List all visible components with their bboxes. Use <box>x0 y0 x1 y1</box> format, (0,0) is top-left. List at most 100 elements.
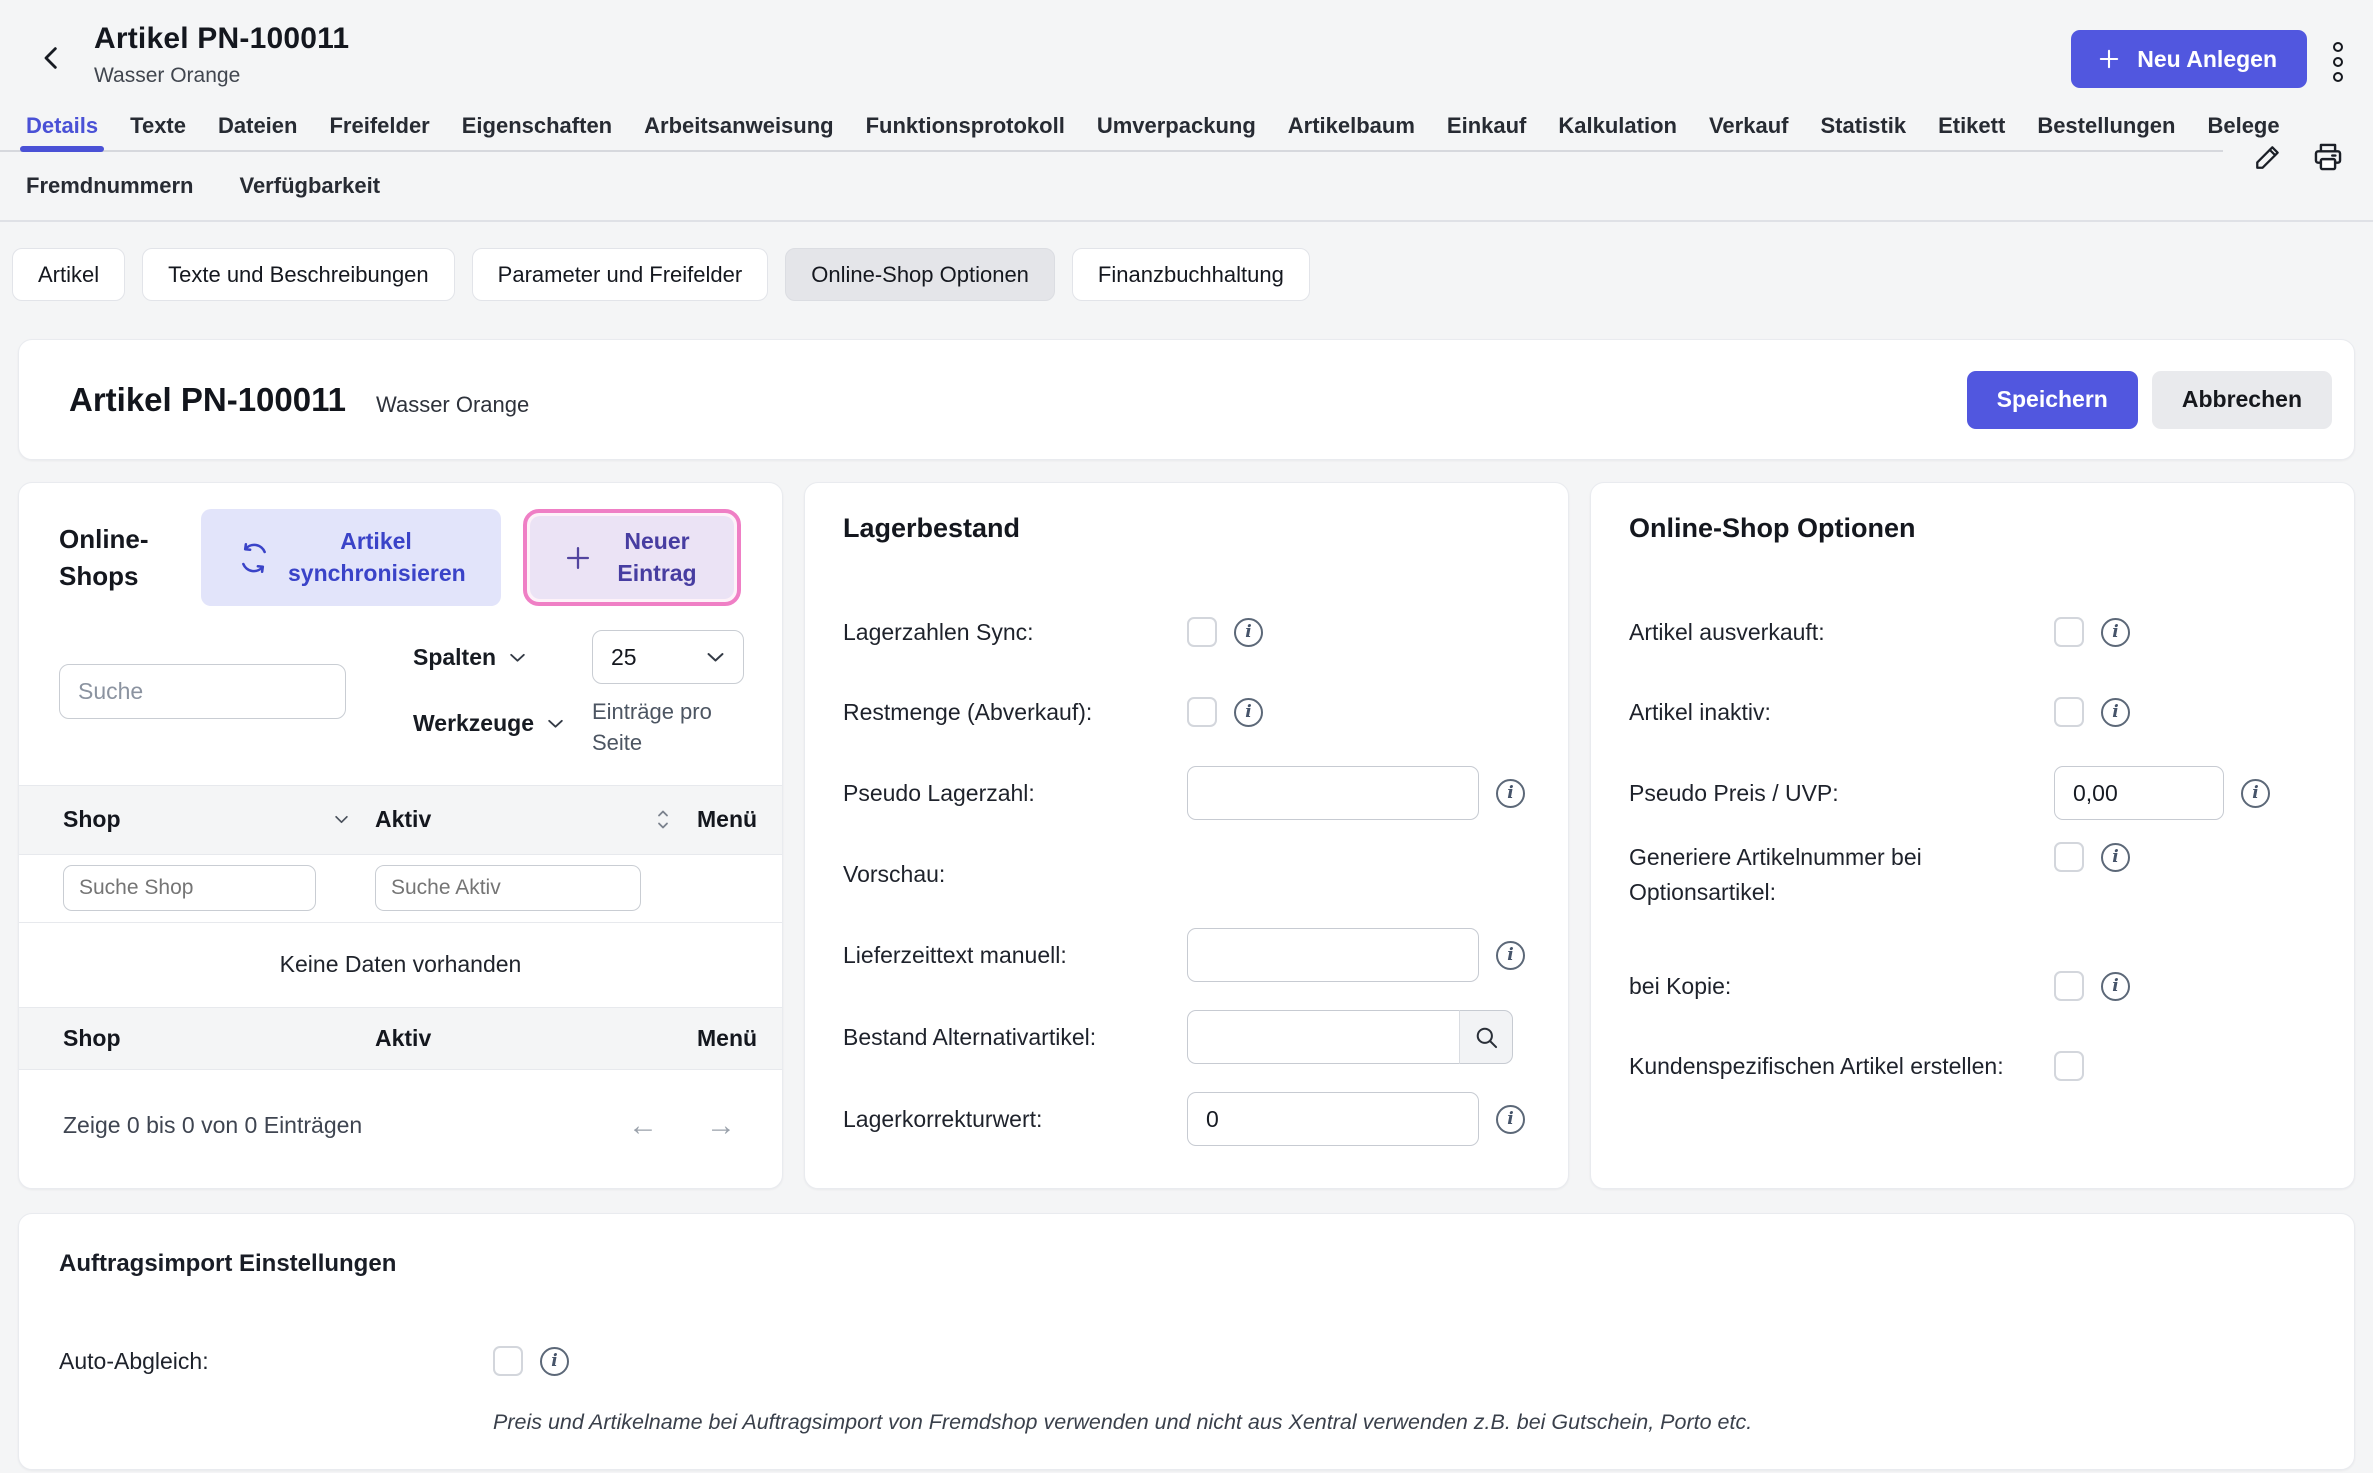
info-icon[interactable]: i <box>2101 843 2130 872</box>
tab-verfuegbarkeit[interactable]: Verfügbarkeit <box>237 152 382 220</box>
artikel-ausverkauft-checkbox[interactable] <box>2054 617 2084 647</box>
filter-shop-input[interactable] <box>63 865 316 911</box>
field-label: Lieferzeittext manuell: <box>843 938 1187 973</box>
cancel-button[interactable]: Abbrechen <box>2152 371 2332 429</box>
sort-icon[interactable] <box>334 815 349 824</box>
info-icon[interactable]: i <box>2241 779 2270 808</box>
sync-articles-button[interactable]: Artikel synchronisieren <box>201 509 501 606</box>
tab-funktionsprotokoll[interactable]: Funktionsprotokoll <box>864 100 1067 152</box>
magnifier-icon <box>1473 1024 1500 1051</box>
pseudo-preis-input[interactable] <box>2054 766 2224 820</box>
tab-einkauf[interactable]: Einkauf <box>1445 100 1528 152</box>
secondary-tabs: Fremdnummern Verfügbarkeit <box>0 152 2373 222</box>
column-footer-aktiv: Aktiv <box>375 1025 697 1052</box>
info-icon[interactable]: i <box>2101 698 2130 727</box>
column-header-aktiv[interactable]: Aktiv <box>375 806 697 833</box>
lagerbestand-panel: Lagerbestand Lagerzahlen Sync: i Restmen… <box>804 482 1569 1189</box>
tab-umverpackung[interactable]: Umverpackung <box>1095 100 1258 152</box>
new-entry-label: Neuer Eintrag <box>611 526 703 588</box>
table-filter-row <box>19 855 782 923</box>
bei-kopie-checkbox[interactable] <box>2054 971 2084 1001</box>
info-icon[interactable]: i <box>1496 779 1525 808</box>
topbar: Artikel PN-100011 Wasser Orange Neu Anle… <box>0 0 2373 100</box>
article-subtitle: Wasser Orange <box>376 392 529 418</box>
field-label: Artikel inaktiv: <box>1629 695 2054 730</box>
tab-fremdnummern[interactable]: Fremdnummern <box>24 152 195 220</box>
new-entry-button[interactable]: Neuer Eintrag <box>530 516 734 599</box>
tab-texte[interactable]: Texte <box>128 100 188 152</box>
field-label: Artikel ausverkauft: <box>1629 615 2054 650</box>
info-icon[interactable]: i <box>2101 972 2130 1001</box>
back-button[interactable] <box>34 40 70 76</box>
table-header: Shop Aktiv Menü <box>19 785 782 855</box>
form-row: Vorschau: <box>843 834 1530 914</box>
tab-artikelbaum[interactable]: Artikelbaum <box>1286 100 1417 152</box>
chevron-down-icon <box>547 719 564 729</box>
info-icon[interactable]: i <box>1234 618 1263 647</box>
tab-details[interactable]: Details <box>24 100 100 152</box>
form-row: Artikel ausverkauft: i <box>1629 592 2316 672</box>
page-size-label: Einträge pro Seite <box>592 697 744 759</box>
tab-dateien[interactable]: Dateien <box>216 100 299 152</box>
field-label: Auto-Abgleich: <box>59 1344 493 1379</box>
pill-texte-und-beschreibungen[interactable]: Texte und Beschreibungen <box>142 248 455 301</box>
artikel-inaktiv-checkbox[interactable] <box>2054 697 2084 727</box>
tab-verkauf[interactable]: Verkauf <box>1707 100 1791 152</box>
info-icon[interactable]: i <box>1496 1105 1525 1134</box>
pseudo-lagerzahl-input[interactable] <box>1187 766 1479 820</box>
search-input[interactable] <box>59 664 346 719</box>
new-entry-focus-ring: Neuer Eintrag <box>523 509 741 606</box>
page-size-select[interactable]: 25 <box>592 630 744 684</box>
kundenspezifisch-checkbox[interactable] <box>2054 1051 2084 1081</box>
restmenge-checkbox[interactable] <box>1187 697 1217 727</box>
tab-freifelder[interactable]: Freifelder <box>327 100 431 152</box>
tab-eigenschaften[interactable]: Eigenschaften <box>460 100 614 152</box>
save-button[interactable]: Speichern <box>1967 371 2138 429</box>
column-shop-label: Shop <box>63 806 121 833</box>
column-header-shop[interactable]: Shop <box>63 806 375 833</box>
sort-updown-icon[interactable] <box>655 808 671 831</box>
field-label: Pseudo Preis / UVP: <box>1629 776 2054 811</box>
auftragsimport-panel: Auftragsimport Einstellungen Auto-Abglei… <box>18 1213 2355 1470</box>
article-search-button[interactable] <box>1459 1010 1513 1064</box>
tab-arbeitsanweisung[interactable]: Arbeitsanweisung <box>642 100 835 152</box>
shop-options-title: Online-Shop Optionen <box>1629 513 2316 544</box>
pill-finanzbuchhaltung[interactable]: Finanzbuchhaltung <box>1072 248 1310 301</box>
lagerzahlen-sync-checkbox[interactable] <box>1187 617 1217 647</box>
kebab-menu-icon[interactable] <box>2333 42 2343 82</box>
next-page-arrow[interactable]: → <box>706 1109 736 1143</box>
tab-kalkulation[interactable]: Kalkulation <box>1556 100 1679 152</box>
tab-statistik[interactable]: Statistik <box>1818 100 1908 152</box>
tab-bestellungen[interactable]: Bestellungen <box>2035 100 2177 152</box>
new-create-button[interactable]: Neu Anlegen <box>2071 30 2307 88</box>
columns-dropdown[interactable]: Spalten <box>413 644 564 671</box>
edit-pencil-icon[interactable] <box>2253 140 2285 174</box>
page-title: Artikel PN-100011 <box>94 22 349 56</box>
filter-aktiv-input[interactable] <box>375 865 641 911</box>
column-footer-shop: Shop <box>63 1025 375 1052</box>
bestand-alternativartikel-input[interactable] <box>1187 1010 1459 1064</box>
form-row: Lagerzahlen Sync: i <box>843 592 1530 672</box>
info-icon[interactable]: i <box>540 1347 569 1376</box>
auto-abgleich-checkbox[interactable] <box>493 1346 523 1376</box>
tools-dropdown[interactable]: Werkzeuge <box>413 710 564 737</box>
info-icon[interactable]: i <box>2101 618 2130 647</box>
pill-online-shop-optionen[interactable]: Online-Shop Optionen <box>785 248 1055 301</box>
generiere-artikelnummer-checkbox[interactable] <box>2054 842 2084 872</box>
info-icon[interactable]: i <box>1234 698 1263 727</box>
pill-artikel[interactable]: Artikel <box>12 248 125 301</box>
pill-parameter-und-freifelder[interactable]: Parameter und Freifelder <box>472 248 769 301</box>
field-label: Lagerkorrekturwert: <box>843 1102 1187 1137</box>
tab-etikett[interactable]: Etikett <box>1936 100 2007 152</box>
info-icon[interactable]: i <box>1496 941 1525 970</box>
table-footer-header: Shop Aktiv Menü <box>19 1008 782 1070</box>
lagerkorrekturwert-input[interactable] <box>1187 1092 1479 1146</box>
panels-row: Online-Shops Artikel synchronisieren Neu… <box>18 482 2355 1189</box>
print-icon[interactable] <box>2311 140 2345 174</box>
prev-page-arrow[interactable]: ← <box>628 1109 658 1143</box>
online-shops-panel: Online-Shops Artikel synchronisieren Neu… <box>18 482 783 1189</box>
sync-articles-label: Artikel synchronisieren <box>288 526 464 588</box>
lieferzeittext-input[interactable] <box>1187 928 1479 982</box>
article-header-card: Artikel PN-100011 Wasser Orange Speicher… <box>18 339 2355 460</box>
plus-icon <box>561 541 595 575</box>
